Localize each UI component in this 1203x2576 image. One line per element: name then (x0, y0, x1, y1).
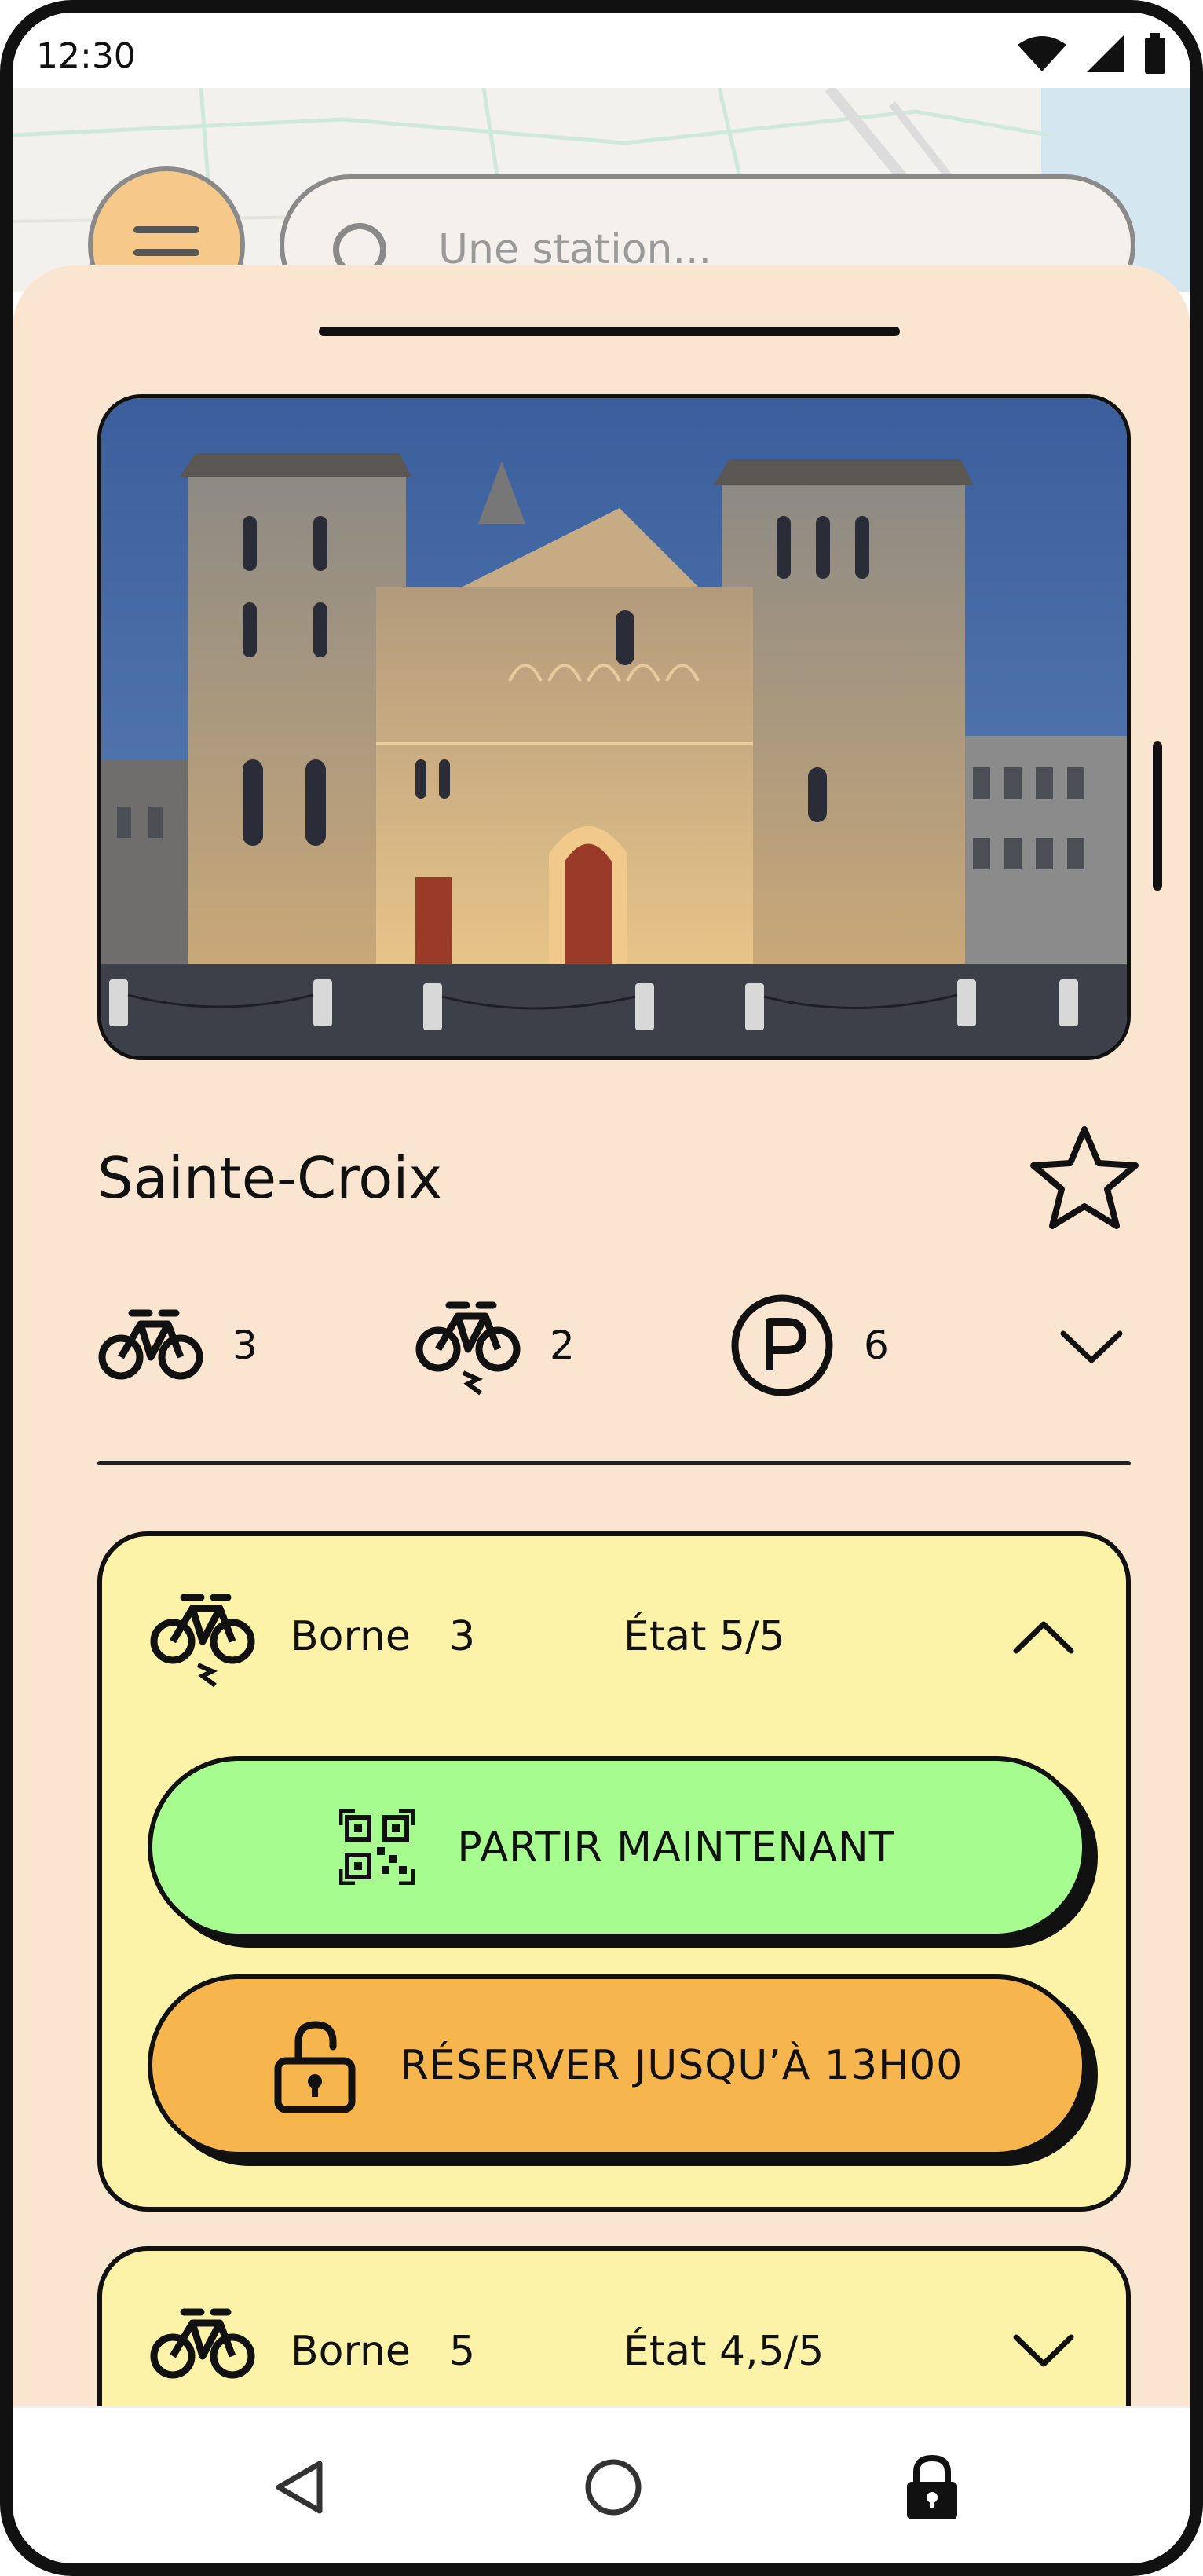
stat-bikes: 3 (97, 1286, 258, 1404)
status-bar: 12:30 (13, 13, 1190, 88)
chevron-down-icon (1060, 1330, 1123, 1363)
lock-icon (907, 2454, 957, 2519)
bike-icon (98, 1309, 203, 1380)
chevron-down-icon[interactable] (1008, 2323, 1079, 2378)
dock-label: Borne (291, 2328, 411, 2375)
station-stats: 3 2 6 (97, 1286, 1131, 1404)
navigation-bar (13, 2406, 1190, 2563)
unlock-icon (272, 2018, 358, 2113)
start-now-button[interactable]: PARTIR MAINTENANT (148, 1756, 1087, 1938)
station-photo (97, 394, 1131, 1060)
favorite-button[interactable] (1026, 1120, 1143, 1238)
drag-handle[interactable] (319, 327, 900, 336)
star-icon (1030, 1126, 1139, 1229)
battery-icon (1145, 33, 1165, 74)
church-illustration (101, 398, 1127, 1056)
lock-button[interactable] (897, 2452, 967, 2523)
scrollbar[interactable] (1153, 741, 1162, 891)
station-sheet: Sainte-Croix 3 2 6 Borne 3 État 5/5 PART… (13, 265, 1190, 2560)
station-name: Sainte-Croix (97, 1145, 442, 1211)
reserve-label: RÉSERVER JUSQU’À 13H00 (400, 2042, 963, 2089)
home-icon (585, 2459, 642, 2516)
signal-icon (1087, 35, 1124, 72)
ebikes-count: 2 (550, 1323, 575, 1368)
wifi-icon (1018, 36, 1066, 71)
expand-stats-button[interactable] (1052, 1310, 1131, 1381)
dock-number: 3 (449, 1613, 476, 1660)
home-button[interactable] (578, 2452, 649, 2523)
back-button[interactable] (264, 2452, 335, 2523)
dock-header[interactable]: Borne 5 État 4,5/5 (102, 2251, 1126, 2424)
parking-icon (731, 1294, 833, 1396)
stat-parking: 6 (729, 1286, 889, 1404)
dock-state: État 5/5 (623, 1613, 785, 1660)
dock-number: 5 (449, 2328, 476, 2375)
bike-icon (150, 2308, 255, 2379)
divider (97, 1461, 1131, 1465)
status-icons (1016, 33, 1167, 74)
dock-card: Borne 3 État 5/5 PARTIR MAINTENANT RÉSER… (97, 1531, 1131, 2212)
reserve-button[interactable]: RÉSERVER JUSQU’À 13H00 (148, 1974, 1087, 2157)
parking-count: 6 (864, 1323, 889, 1368)
dock-state: État 4,5/5 (623, 2328, 825, 2375)
ebike-icon (415, 1301, 521, 1396)
qr-code-icon (339, 1809, 415, 1885)
bikes-count: 3 (232, 1323, 258, 1368)
phone-frame: 12:30 Une station... Sainte-Croix 3 2 6 … (0, 0, 1203, 2576)
back-icon (276, 2461, 323, 2514)
start-now-label: PARTIR MAINTENANT (457, 1824, 895, 1871)
status-time: 12:30 (36, 36, 136, 76)
dock-label: Borne (291, 1613, 411, 1660)
ebike-icon (150, 1594, 255, 1688)
dock-header[interactable]: Borne 3 État 5/5 (102, 1536, 1126, 1709)
stat-ebikes: 2 (415, 1286, 575, 1404)
chevron-up-icon[interactable] (1008, 1608, 1079, 1663)
